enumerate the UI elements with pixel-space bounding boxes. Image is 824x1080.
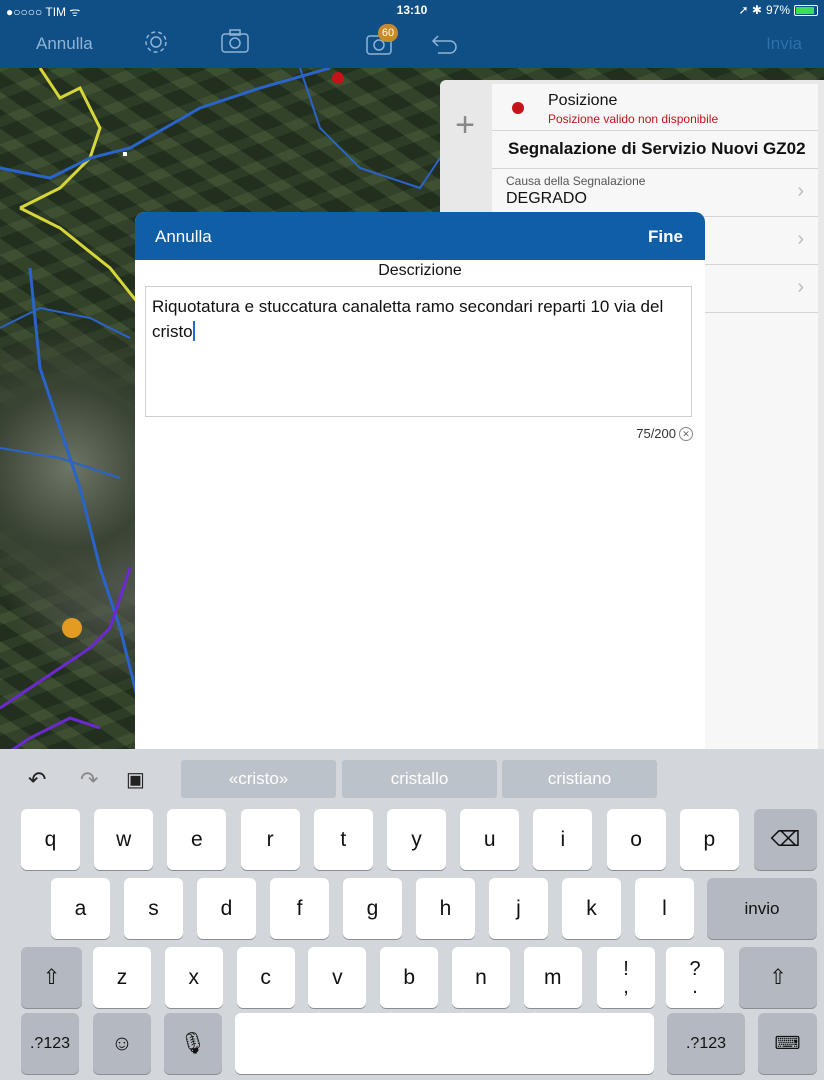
description-dialog: Annulla Fine Descrizione Riquotatura e s… bbox=[135, 212, 705, 768]
position-status: Posizione valido non disponibile bbox=[548, 112, 719, 126]
keyboard: ↶ ↷ ▣ «cristo» cristallo cristiano qwert… bbox=[0, 749, 824, 1080]
key-b[interactable]: b bbox=[380, 947, 439, 1008]
cancel-button[interactable]: Annulla bbox=[36, 34, 93, 54]
char-counter-text: 75/200 bbox=[636, 426, 676, 441]
key-g[interactable]: g bbox=[343, 878, 402, 939]
dialog-done-button[interactable]: Fine bbox=[648, 227, 683, 247]
microphone-icon[interactable]: 🎙 bbox=[164, 1013, 222, 1074]
key-x[interactable]: x bbox=[164, 947, 223, 1008]
emoji-key[interactable]: ☺ bbox=[93, 1013, 151, 1074]
key-q[interactable]: q bbox=[21, 809, 80, 870]
clock: 13:10 bbox=[396, 3, 428, 17]
status-right: ➚ ✱ 97% bbox=[739, 3, 818, 17]
key-d[interactable]: d bbox=[197, 878, 256, 939]
hide-keyboard-icon[interactable]: ⌨ bbox=[758, 1013, 817, 1074]
clear-icon[interactable]: ✕ bbox=[679, 426, 693, 441]
key-e[interactable]: e bbox=[167, 809, 227, 870]
key-m[interactable]: m bbox=[523, 947, 582, 1008]
key-s[interactable]: s bbox=[124, 878, 183, 939]
photo-count-badge: 60 bbox=[378, 24, 398, 42]
space-key[interactable] bbox=[235, 1013, 654, 1074]
position-status-dot bbox=[512, 102, 524, 114]
position-row[interactable]: Posizione Posizione valido non disponibi… bbox=[492, 84, 818, 131]
numbers-key-left[interactable]: .?123 bbox=[21, 1013, 79, 1074]
battery-icon bbox=[794, 4, 818, 16]
undo-typing-icon[interactable]: ↶ bbox=[28, 767, 46, 793]
key-p[interactable]: p bbox=[679, 809, 739, 870]
cause-label: Causa della Segnalazione bbox=[506, 174, 646, 188]
chevron-right-icon: › bbox=[797, 276, 804, 298]
toolbar: Annulla 60 Invia bbox=[0, 20, 824, 68]
battery-percent: 97% bbox=[765, 3, 790, 17]
key-j[interactable]: j bbox=[489, 878, 548, 939]
dialog-header: Annulla Fine bbox=[135, 212, 705, 260]
key-a[interactable]: a bbox=[51, 878, 110, 939]
key-z[interactable]: z bbox=[93, 947, 151, 1008]
shift-right-key[interactable]: ⇧ bbox=[739, 947, 817, 1008]
key-c[interactable]: c bbox=[236, 947, 295, 1008]
key-exclam-label: ! bbox=[623, 957, 629, 980]
text-caret bbox=[192, 321, 195, 341]
key-f[interactable]: f bbox=[270, 878, 329, 939]
key-n[interactable]: n bbox=[452, 947, 510, 1008]
key-w[interactable]: w bbox=[94, 809, 154, 870]
key-y[interactable]: y bbox=[387, 809, 446, 870]
add-icon[interactable]: + bbox=[440, 80, 490, 170]
suggestion-2[interactable]: cristallo bbox=[342, 760, 497, 798]
key-o[interactable]: o bbox=[606, 809, 666, 870]
location-bluetooth-icons: ➚ ✱ bbox=[738, 3, 762, 17]
gear-icon[interactable] bbox=[142, 28, 170, 61]
dialog-title: Descrizione bbox=[378, 262, 462, 279]
key-k[interactable]: k bbox=[562, 878, 621, 939]
key-i[interactable]: i bbox=[533, 809, 593, 870]
key-question[interactable]: ? . bbox=[666, 947, 724, 1008]
return-key[interactable]: invio bbox=[707, 878, 817, 939]
description-text: Riquotatura e stuccatura canaletta ramo … bbox=[152, 297, 664, 341]
cause-value: DEGRADO bbox=[506, 190, 587, 207]
undo-icon[interactable] bbox=[430, 30, 460, 59]
key-exclam[interactable]: ! , bbox=[597, 947, 655, 1008]
suggestion-1[interactable]: «cristo» bbox=[181, 760, 336, 798]
position-title: Posizione bbox=[548, 92, 618, 109]
key-v[interactable]: v bbox=[308, 947, 367, 1008]
dialog-cancel-button[interactable]: Annulla bbox=[155, 227, 212, 247]
chevron-right-icon: › bbox=[797, 180, 804, 202]
char-counter: 75/200 ✕ bbox=[636, 426, 693, 441]
key-h[interactable]: h bbox=[416, 878, 475, 939]
paste-icon[interactable]: ▣ bbox=[126, 767, 145, 792]
key-period-label: . bbox=[692, 975, 698, 998]
form-title-row: Segnalazione di Servizio Nuovi GZ02 bbox=[492, 130, 818, 169]
redo-typing-icon[interactable]: ↷ bbox=[80, 767, 98, 793]
suggestion-3[interactable]: cristiano bbox=[502, 760, 657, 798]
key-question-label: ? bbox=[689, 957, 701, 980]
form-title: Segnalazione di Servizio Nuovi GZ02 bbox=[508, 139, 806, 158]
description-textarea[interactable]: Riquotatura e stuccatura canaletta ramo … bbox=[145, 286, 692, 417]
send-button[interactable]: Invia bbox=[766, 34, 802, 54]
cause-field[interactable]: Causa della Segnalazione DEGRADO › bbox=[492, 168, 818, 217]
key-r[interactable]: r bbox=[240, 809, 300, 870]
key-l[interactable]: l bbox=[635, 878, 694, 939]
chevron-right-icon: › bbox=[797, 228, 804, 250]
key-comma-label: , bbox=[623, 975, 629, 998]
key-t[interactable]: t bbox=[313, 809, 373, 870]
key-u[interactable]: u bbox=[460, 809, 520, 870]
status-bar: ●○○○○ TIM ᯤ 13:10 ➚ ✱ 97% bbox=[0, 0, 824, 20]
numbers-key-right[interactable]: .?123 bbox=[667, 1013, 745, 1074]
backspace-key[interactable]: ⌫ bbox=[754, 809, 817, 870]
shift-left-key[interactable]: ⇧ bbox=[21, 947, 82, 1008]
camera-icon[interactable] bbox=[220, 28, 250, 59]
